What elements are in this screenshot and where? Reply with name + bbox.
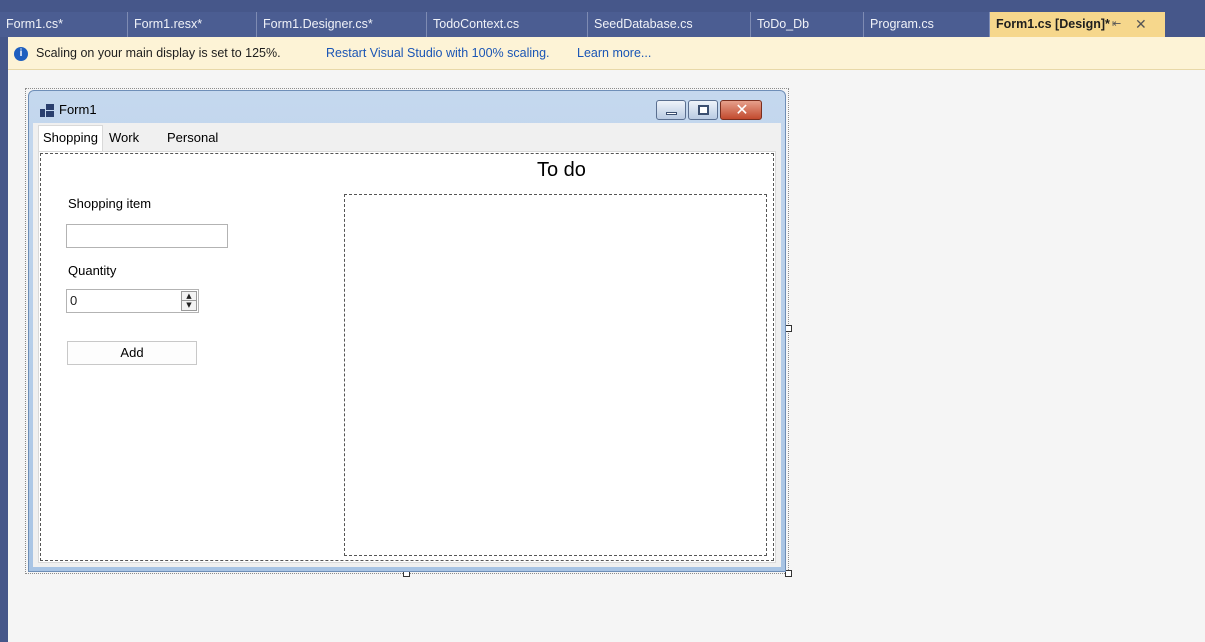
form-window-icon — [40, 104, 54, 117]
close-icon[interactable]: ✕ — [1135, 12, 1147, 37]
vs-designer-window: Form1.cs* Form1.resx* Form1.Designer.cs*… — [0, 0, 1205, 642]
todo-list-box[interactable] — [344, 194, 767, 556]
doc-tab-todocontext[interactable]: TodoContext.cs — [427, 12, 588, 37]
doc-tab-todo-db[interactable]: ToDo_Db — [751, 12, 864, 37]
doc-tab-seeddatabase[interactable]: SeedDatabase.cs — [588, 12, 751, 37]
close-window-icon: ✕ — [735, 100, 749, 119]
quantity-value: 0 — [70, 293, 78, 308]
tab-personal[interactable]: Personal — [163, 127, 222, 149]
scaling-info-bar: i Scaling on your main display is set to… — [8, 37, 1205, 70]
quantity-label: Quantity — [68, 263, 117, 278]
doc-tab-form1-design[interactable]: Form1.cs [Design]* ⇤ ✕ — [990, 12, 1165, 37]
close-button[interactable]: ✕ — [720, 100, 762, 120]
form-title: Form1 — [59, 102, 97, 117]
doc-tab-program[interactable]: Program.cs — [864, 12, 990, 37]
maximize-icon — [698, 105, 709, 115]
info-icon: i — [14, 47, 28, 61]
todo-label: To do — [537, 159, 586, 181]
document-tab-strip: Form1.cs* Form1.resx* Form1.Designer.cs*… — [0, 0, 1205, 37]
spin-up-icon[interactable]: ▲ — [182, 292, 196, 301]
shopping-item-label: Shopping item — [68, 196, 152, 211]
form-window[interactable]: Form1 ✕ Shopping Work Personal Shopping … — [28, 90, 786, 572]
form-client-area: Shopping Work Personal Shopping item Qua… — [33, 123, 781, 567]
quantity-spin-buttons[interactable]: ▲ ▼ — [181, 291, 197, 311]
resize-handle-right[interactable] — [785, 325, 792, 332]
maximize-button[interactable] — [688, 100, 718, 120]
minimize-icon — [666, 112, 677, 115]
learn-more-link[interactable]: Learn more... — [577, 37, 651, 70]
add-button[interactable]: Add — [67, 341, 197, 365]
tab-work[interactable]: Work — [105, 127, 143, 149]
doc-tab-form1-resx[interactable]: Form1.resx* — [128, 12, 257, 37]
restart-scaling-link[interactable]: Restart Visual Studio with 100% scaling. — [326, 37, 550, 70]
window-left-edge — [0, 0, 8, 642]
resize-handle-corner[interactable] — [785, 570, 792, 577]
shopping-tab-page: Shopping item Quantity 0 ▲ ▼ Add To do — [38, 151, 776, 563]
pin-icon[interactable]: ⇤ — [1112, 12, 1121, 37]
design-surface: Form1 ✕ Shopping Work Personal Shopping … — [8, 70, 1205, 642]
shopping-item-input[interactable] — [66, 224, 228, 248]
minimize-button[interactable] — [656, 100, 686, 120]
doc-tab-form1-cs[interactable]: Form1.cs* — [0, 12, 128, 37]
quantity-stepper[interactable]: 0 ▲ ▼ — [66, 289, 199, 313]
doc-tab-form1-design-label: Form1.cs [Design]* — [996, 17, 1110, 31]
doc-tab-form1-designer[interactable]: Form1.Designer.cs* — [257, 12, 427, 37]
spin-down-icon[interactable]: ▼ — [182, 301, 196, 310]
tab-shopping[interactable]: Shopping — [38, 125, 103, 151]
info-message: Scaling on your main display is set to 1… — [36, 46, 281, 60]
